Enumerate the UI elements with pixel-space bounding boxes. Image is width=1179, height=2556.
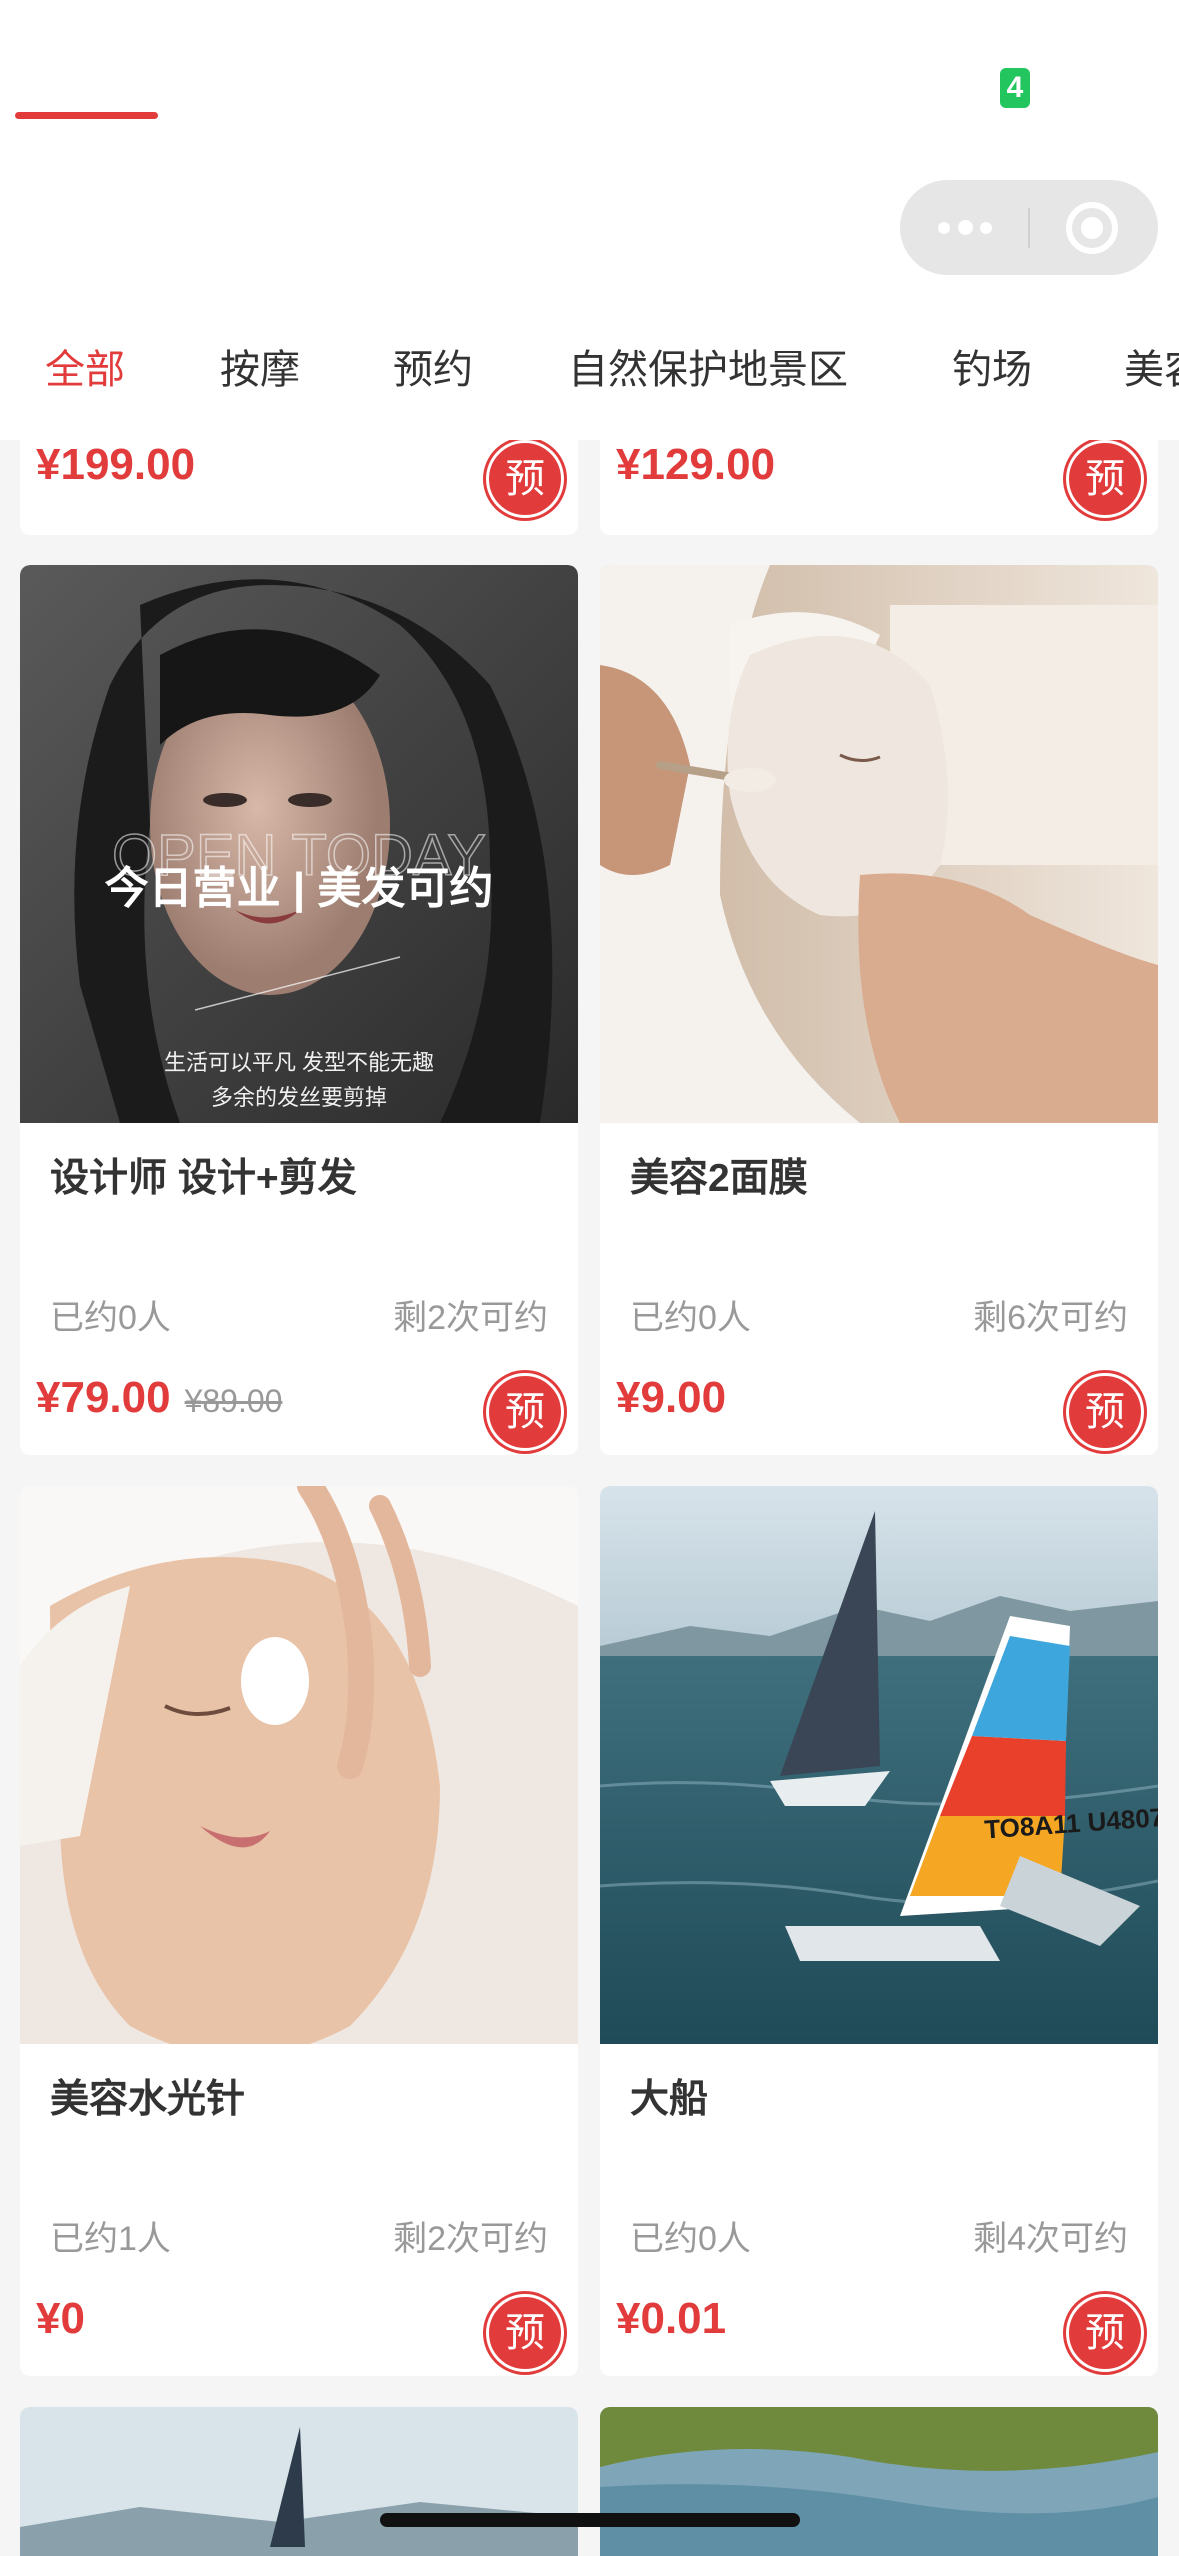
price: ¥9.00: [616, 1373, 727, 1422]
product-card[interactable]: ¥199.00 预: [20, 440, 578, 535]
book-button[interactable]: 预: [1066, 1373, 1144, 1451]
book-button[interactable]: 预: [486, 2294, 564, 2372]
notification-badge: 4: [1000, 68, 1030, 108]
price-row: ¥79.00 ¥89.00: [36, 1373, 282, 1423]
tab-beauty[interactable]: 美容: [1124, 340, 1179, 400]
price: ¥79.00: [36, 1373, 171, 1422]
product-title: 大船: [630, 2078, 709, 2121]
product-image: OPEN TODAY 今日营业 | 美发可约 生活可以平凡 发型不能无趣 多余的…: [20, 565, 578, 1123]
product-card[interactable]: 美容水光针 已约1人 剩2次可约 ¥0 预: [20, 1486, 578, 2376]
price: ¥0.01: [616, 2294, 727, 2343]
price: ¥199.00: [36, 440, 196, 489]
skincare-photo: [20, 1486, 578, 2044]
product-image: [20, 2407, 578, 2556]
miniprogram-capsule: [900, 180, 1158, 275]
tab-all[interactable]: 全部: [45, 340, 125, 400]
product-image: ТО8А11 U4807: [600, 1486, 1158, 2044]
product-card[interactable]: ¥129.00 预: [600, 440, 1158, 535]
product-title: 设计师 设计+剪发: [50, 1157, 357, 1200]
product-title: 美容2面膜: [630, 1157, 808, 1200]
tab-nature-reserve[interactable]: 自然保护地景区: [568, 340, 848, 400]
overlay-title: 今日营业 | 美发可约: [105, 864, 494, 914]
capsule-divider: [1028, 208, 1030, 248]
booked-count: 已约0人: [630, 2220, 751, 2258]
product-card[interactable]: [20, 2407, 578, 2556]
tab-massage[interactable]: 按摩: [220, 340, 300, 400]
product-card[interactable]: OPEN TODAY 今日营业 | 美发可约 生活可以平凡 发型不能无趣 多余的…: [20, 565, 578, 1455]
product-card[interactable]: 美容2面膜 已约0人 剩6次可约 ¥9.00 预: [600, 565, 1158, 1455]
price: ¥0: [36, 2294, 85, 2343]
hair-salon-photo: OPEN TODAY 今日营业 | 美发可约 生活可以平凡 发型不能无趣 多余的…: [20, 565, 578, 1123]
category-tabs: 全部 按摩 预约 自然保护地景区 钓场 美容: [0, 320, 1179, 440]
product-card[interactable]: [600, 2407, 1158, 2556]
overlay-line2: 多余的发丝要剪掉: [211, 1085, 387, 1110]
tab-fishing[interactable]: 钓场: [952, 340, 1032, 400]
facial-mask-photo: [600, 565, 1158, 1123]
remaining-count: 剩6次可约: [973, 1299, 1128, 1337]
active-tab-indicator: [15, 112, 158, 119]
product-image: [600, 2407, 1158, 2556]
remaining-count: 剩2次可约: [393, 1299, 548, 1337]
booked-count: 已约0人: [630, 1299, 751, 1337]
product-card[interactable]: ТО8А11 U4807 大船 已约0人 剩4次可约 ¥0.01 预: [600, 1486, 1158, 2376]
sailboat-photo: ТО8А11 U4807: [600, 1486, 1158, 2044]
book-button[interactable]: 预: [1066, 2294, 1144, 2372]
close-miniprogram-icon[interactable]: [1066, 202, 1118, 254]
book-button[interactable]: 预: [1066, 440, 1144, 518]
tab-booking[interactable]: 预约: [393, 340, 473, 400]
price: ¥129.00: [616, 440, 776, 489]
book-button[interactable]: 预: [486, 440, 564, 518]
product-title: 美容水光针: [50, 2078, 246, 2121]
remaining-count: 剩2次可约: [393, 2220, 548, 2258]
booked-count: 已约0人: [50, 1299, 171, 1337]
page: 4 全部 按摩 预约 自然保护地景区 钓场 美容 ¥199.00 预 ¥129.…: [0, 0, 1179, 2556]
overlay-line1: 生活可以平凡 发型不能无趣: [164, 1050, 434, 1075]
more-icon[interactable]: [938, 216, 1008, 240]
product-image: [600, 565, 1158, 1123]
remaining-count: 剩4次可约: [973, 2220, 1128, 2258]
home-indicator[interactable]: [380, 2513, 800, 2527]
book-button[interactable]: 预: [486, 1373, 564, 1451]
original-price: ¥89.00: [184, 1383, 283, 1419]
booked-count: 已约1人: [50, 2220, 171, 2258]
product-image: [20, 1486, 578, 2044]
